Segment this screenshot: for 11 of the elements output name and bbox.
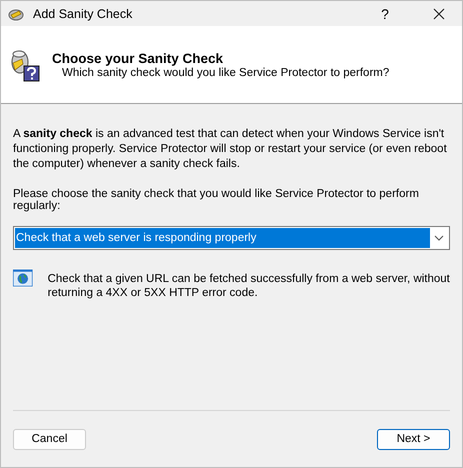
prompt-text: Please choose the sanity check that you would like Service Protector to perform regularly: <box>13 188 420 212</box>
header-title: Choose your Sanity Check <box>52 50 224 66</box>
window-title: Add Sanity Check <box>33 6 134 20</box>
next-button[interactable]: Next > <box>377 428 450 450</box>
description-text: Check that a given URL can be fetched successfully from a web server, without returning a 4XX or 5XX HTTP error code. <box>48 272 450 300</box>
sanity-check-dropdown[interactable]: Check that a web server is responding properly <box>13 226 450 250</box>
cancel-button[interactable]: Cancel <box>13 428 86 450</box>
help-button[interactable]: ? <box>362 1 408 26</box>
chevron-down-icon <box>434 235 444 241</box>
header-subtitle: Which sanity check would you like Service Protector to perform? <box>61 66 390 78</box>
intro-paragraph: A sanity check is an advanced test that can detect when your Windows Service isn't functioning properly. Service Protector will stop or restart your service (or even reboot the computer) whenever a sanity check fails. <box>13 127 448 172</box>
